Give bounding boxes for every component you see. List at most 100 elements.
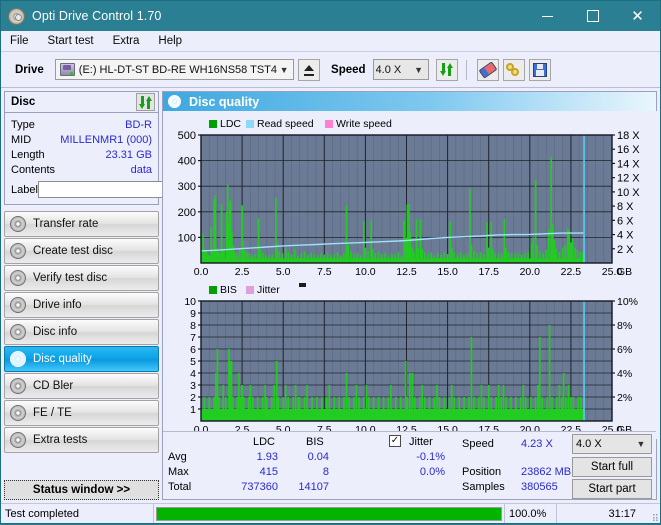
svg-text:2: 2 [190,392,196,404]
svg-text:8%: 8% [617,320,632,332]
chevron-down-icon: ▼ [636,439,646,449]
sidebar-item-create-test-disc[interactable]: Create test disc [4,238,159,264]
disc-type-label: Type [11,118,35,131]
svg-text:10 X: 10 X [617,187,640,199]
start-part-button[interactable]: Start part [572,479,652,499]
svg-text:15.0: 15.0 [437,266,458,278]
stats-max-jitter: 0.0% [419,466,445,478]
menu-help[interactable]: Help [158,33,191,49]
key-button[interactable] [502,58,525,81]
jitter-label: Jitter [409,436,433,448]
disc-length-value: 23.31 GB [105,148,152,161]
disc-refresh-button[interactable] [136,93,155,111]
disc-row-length: Length 23.31 GB [11,147,152,162]
sidebar-item-fe-te[interactable]: FE / TE [4,400,159,426]
stats-row-avg-label: Avg [168,451,187,463]
status-window-button[interactable]: Status window >> [4,480,159,500]
disc-panel-header: Disc [5,92,158,113]
disc-icon [10,324,26,340]
disc-contents-value: data [130,163,152,176]
drive-icon [59,63,75,76]
maximize-button[interactable] [570,1,615,31]
resize-grip[interactable] [648,504,660,525]
erase-button[interactable] [476,58,499,81]
svg-text:2%: 2% [617,392,632,404]
sidebar-item-label: Disc info [33,326,78,338]
stats-row-max-label: Max [168,466,189,478]
svg-text:2.5: 2.5 [235,266,250,278]
sidebar-item-drive-info[interactable]: Drive info [4,292,159,318]
disc-info-panel: Disc Type BD-R MID MILLENMR1 (000) Lengt… [4,91,240,205]
svg-text:6%: 6% [617,344,632,356]
content-area: Disc Type BD-R MID MILLENMR1 (000) Lengt… [1,88,660,503]
svg-text:1: 1 [190,404,196,416]
elapsed-time: 31:17 [556,504,648,523]
ldc-chart[interactable]: 100 200 300 400 500 2 X 4 X 6 X 8 X 10 X 12 X 14 X 1… [163,111,658,279]
sidebar-item-label: FE / TE [33,407,72,419]
svg-text:10: 10 [184,296,196,308]
window-controls: ✕ [525,1,660,31]
sidebar-item-label: Create test disc [33,245,113,257]
menu-start-test[interactable]: Start test [48,33,103,49]
position-readout-label: Position [462,466,502,478]
test-speed-select[interactable]: 4.0 X ▼ [572,434,652,454]
svg-text:Write speed: Write speed [336,118,392,130]
menu-bar: File Start test Extra Help [1,31,660,52]
window-title: Opti Drive Control 1.70 [32,9,162,23]
jitter-checkbox[interactable]: ✓ [389,435,401,447]
stats-total-ldc: 737360 [241,481,278,493]
start-full-button[interactable]: Start full [572,457,652,477]
eject-button[interactable] [298,58,321,81]
svg-text:Read speed: Read speed [257,118,314,130]
stats-row-total-label: Total [168,481,192,493]
svg-text:8 X: 8 X [617,201,634,213]
svg-text:16 X: 16 X [617,144,640,156]
sidebar-item-disc-quality[interactable]: Disc quality [4,346,159,372]
menu-file[interactable]: File [10,33,38,49]
svg-text:10%: 10% [617,296,638,308]
statistics-panel: LDC BIS ✓ Jitter Avg 1.93 0.04 -0.1% Max… [163,431,656,499]
sidebar-item-disc-info[interactable]: Disc info [4,319,159,345]
disc-label-row: Label [11,180,240,199]
svg-text:20.0: 20.0 [520,266,541,278]
sidebar-item-transfer-rate[interactable]: Transfer rate [4,211,159,237]
disc-length-label: Length [11,148,45,161]
svg-text:18 X: 18 X [617,130,640,142]
svg-text:3: 3 [190,380,196,392]
test-nav-list: Transfer rate Create test disc Verify te… [4,211,159,453]
sidebar-item-label: Transfer rate [33,218,99,230]
svg-text:GB: GB [617,266,632,278]
close-button[interactable]: ✕ [615,1,660,31]
sidebar-item-verify-test-disc[interactable]: Verify test disc [4,265,159,291]
sidebar-item-extra-tests[interactable]: Extra tests [4,427,159,453]
menu-extra[interactable]: Extra [113,33,149,49]
svg-text:12 X: 12 X [617,173,640,185]
drive-toolbar: Drive (E:) HL-DT-ST BD-RE WH16NS58 TST4 … [1,52,660,88]
speed-select[interactable]: 4.0 X ▼ [372,59,429,80]
disc-label-label: Label [11,183,38,196]
sidebar: Disc Type BD-R MID MILLENMR1 (000) Lengt… [4,91,240,500]
refresh-button[interactable] [435,58,458,81]
sidebar-item-cd-bler[interactable]: CD Bler [4,373,159,399]
minimize-button[interactable] [525,1,570,31]
disc-type-value: BD-R [125,118,152,131]
svg-text:8: 8 [190,320,196,332]
stats-max-ldc: 415 [259,466,278,478]
charts-container: 100 200 300 400 500 2 X 4 X 6 X 8 X 10 X 12 X 14 X 1… [163,111,658,439]
speed-readout-value: 4.23 X [521,438,553,450]
stats-col-bis: BIS [306,436,324,448]
sidebar-item-label: Drive info [33,299,82,311]
save-button[interactable] [528,58,551,81]
drive-select[interactable]: (E:) HL-DT-ST BD-RE WH16NS58 TST4 ▼ [54,59,295,80]
disc-icon [10,378,26,394]
stats-avg-bis: 0.04 [307,451,329,463]
status-message: Test completed [5,507,79,520]
svg-text:5: 5 [190,356,196,368]
samples-readout-value: 380565 [521,481,558,493]
bis-chart[interactable]: 123456789102%4%6%8%10%0.0 2.5 5.0 7.5 10.0 12… [163,279,658,439]
stats-max-bis: 8 [322,466,329,478]
app-disc-icon [8,7,25,25]
toolbar-divider [465,59,467,80]
svg-text:Jitter: Jitter [257,284,280,296]
disc-contents-label: Contents [11,163,56,176]
